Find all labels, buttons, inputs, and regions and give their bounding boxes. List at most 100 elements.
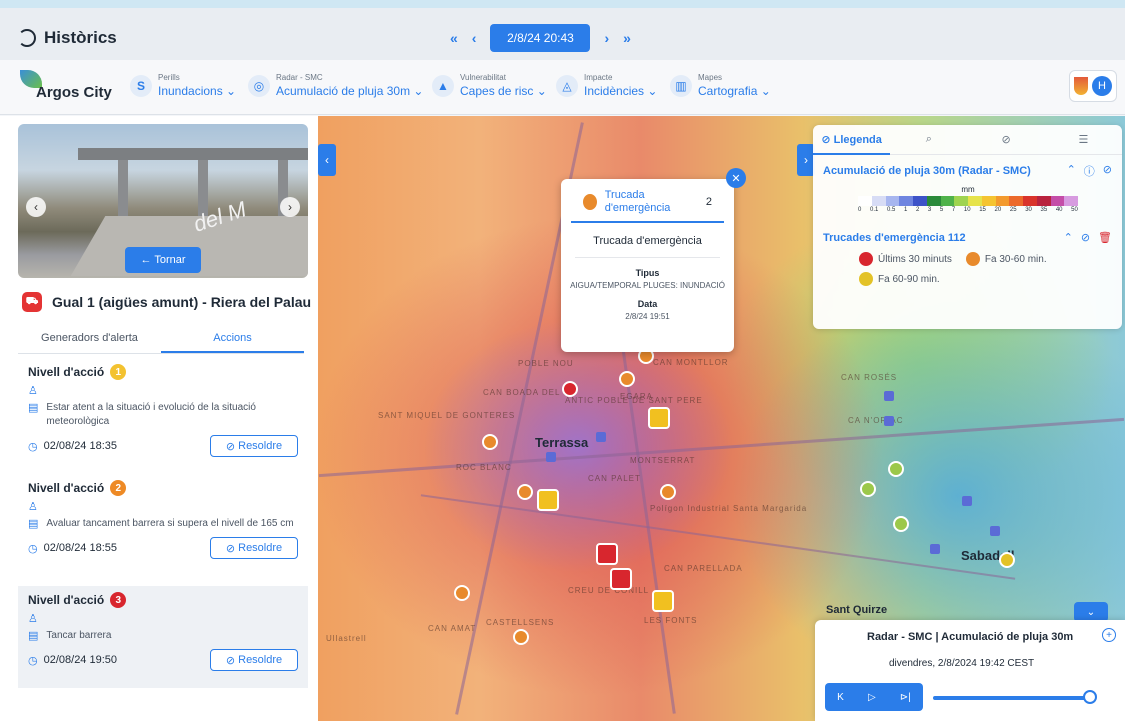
tab-legend[interactable]: ⊘ Llegenda — [813, 125, 891, 155]
perills-selector[interactable]: S Perills Inundacions ⌄ — [130, 73, 236, 99]
tab-generadors[interactable]: Generadors d'alerta — [18, 324, 161, 353]
skip-back-icon[interactable]: K — [837, 692, 844, 703]
legend-section-title: Trucades d'emergència 112 — [823, 231, 966, 244]
city-label: Sant Quirze — [826, 604, 888, 616]
action-text: Avaluar tancament barrera si supera el n… — [46, 518, 294, 529]
current-datetime[interactable]: 2/8/24 20:43 — [490, 24, 591, 52]
info-icon[interactable]: ⓘ — [1084, 163, 1095, 179]
search-icon[interactable]: ⌕ — [890, 133, 967, 146]
hide-icon[interactable]: ⊘ — [1081, 231, 1090, 244]
next-button[interactable]: › — [604, 30, 609, 46]
pillar-shape — [118, 160, 128, 216]
action-date-text: 02/08/24 18:55 — [43, 542, 118, 554]
scale-tick: 1 — [903, 207, 908, 213]
collapse-left-button[interactable]: ‹ — [318, 144, 336, 176]
emergency-call-pin[interactable] — [619, 371, 635, 387]
scale-ticks: 0 0.1 0.5 1 2 3 5 7 10 15 20 25 30 35 40 50 — [858, 207, 1078, 213]
phone-icon — [583, 194, 597, 210]
popup-title[interactable]: Trucada d'emergència — [605, 189, 698, 215]
legend-item: Últims 30 minuts — [859, 252, 952, 266]
hide-icon[interactable]: ⊘ — [1103, 163, 1112, 179]
flood-gauge-icon[interactable] — [652, 590, 674, 612]
scale-tick: 5 — [939, 207, 944, 213]
legend-section-calls: Trucades d'emergència 112 ⌃ ⊘ 🗑 — [813, 223, 1122, 245]
player-controls: K ▷ ⊳| — [825, 683, 923, 711]
prev-button[interactable]: ‹ — [472, 30, 477, 46]
vulnerabilitat-selector[interactable]: ▲ Vulnerabilitat Capes de risc ⌄ — [432, 73, 547, 99]
scale-tick: 35 — [1040, 207, 1048, 213]
map-area-label: ROC BLANC — [456, 463, 512, 472]
close-icon[interactable]: ✕ — [726, 168, 746, 188]
emergency-call-pin[interactable] — [888, 461, 904, 477]
map-area-label: CAN PALET — [588, 474, 641, 483]
map-area-label: CA N'ORIAC — [848, 416, 904, 425]
slider-handle[interactable] — [1083, 690, 1097, 704]
emergency-call-pin[interactable] — [999, 552, 1015, 568]
toolbar: Argos City S Perills Inundacions ⌄ ◎ Rada… — [0, 60, 1125, 115]
date-value: 2/8/24 19:51 — [625, 312, 670, 321]
zoom-in-icon[interactable]: + — [1102, 628, 1116, 642]
scale-tick: 30 — [1025, 207, 1032, 213]
impacte-value: Incidències ⌄ — [584, 84, 658, 98]
impacte-selector[interactable]: ◬ Impacte Incidències ⌄ — [556, 73, 657, 99]
resolve-button[interactable]: ⊘ Resoldre — [210, 649, 298, 671]
chevron-up-icon[interactable]: ⌃ — [1064, 231, 1073, 244]
historics-title: Històrics — [18, 28, 117, 48]
clock-icon: ◷ — [28, 440, 38, 453]
first-button[interactable]: « — [450, 30, 458, 46]
flood-gauge-icon[interactable] — [537, 489, 559, 511]
action-description: ▤ Tancar barrera — [28, 629, 298, 643]
play-icon[interactable]: ▷ — [868, 692, 876, 703]
timeline-slider[interactable] — [933, 696, 1093, 700]
emergency-call-pin[interactable] — [517, 484, 533, 500]
resolve-button[interactable]: ⊘ Resoldre — [210, 435, 298, 457]
chevron-down-icon[interactable]: ⌄ — [1074, 602, 1108, 622]
building-icon — [990, 526, 1000, 536]
emergency-call-pin[interactable] — [660, 484, 676, 500]
skip-forward-icon[interactable]: ⊳| — [900, 692, 911, 703]
emergency-call-pin[interactable] — [454, 585, 470, 601]
scale-tick: 20 — [994, 207, 1002, 213]
chevron-up-icon[interactable]: ⌃ — [1067, 163, 1076, 179]
delete-icon[interactable]: 🗑 — [1098, 231, 1112, 244]
flood-gauge-icon[interactable] — [648, 407, 670, 429]
emergency-call-pin[interactable] — [893, 516, 909, 532]
time-navigation: « ‹ 2/8/24 20:43 › » — [450, 24, 631, 52]
flood-gauge-icon[interactable] — [596, 543, 618, 565]
scale-swatch — [1036, 196, 1051, 206]
photo-prev-icon[interactable]: ‹ — [26, 197, 46, 217]
avatar[interactable]: H — [1092, 76, 1112, 96]
action-level: Nivell d'acció 3 — [28, 592, 298, 608]
map-area-label: CAN PARELLADA — [664, 564, 743, 573]
radar-selector[interactable]: ◎ Radar - SMC Acumulació de pluja 30m ⌄ — [248, 73, 423, 99]
level-badge: 1 — [110, 364, 127, 380]
mapes-label: Mapes — [698, 73, 723, 82]
scale-swatch — [926, 196, 941, 206]
settings-icon[interactable]: ☰ — [1045, 133, 1122, 146]
map-area-label: LES FONTS — [644, 616, 698, 625]
user-area[interactable]: H — [1069, 70, 1117, 102]
legend-section-title: Acumulació de pluja 30m (Radar - SMC) — [823, 165, 1031, 177]
back-button[interactable]: ← Tornar — [125, 247, 201, 273]
flood-gauge-icon[interactable] — [610, 568, 632, 590]
resolve-button[interactable]: ⊘ Resoldre — [210, 537, 298, 559]
map-view[interactable]: POBLE NOU CAN BOADA DEL PI ANTIC POBLE D… — [318, 116, 1125, 721]
compass-icon[interactable]: ⊘ — [968, 133, 1045, 146]
emergency-call-pin[interactable] — [562, 381, 578, 397]
scale-swatch — [1050, 196, 1065, 206]
scale-tick: 50 — [1071, 207, 1078, 213]
emergency-call-pin[interactable] — [860, 481, 876, 497]
legend-panel: ⊘ Llegenda ⌕ ⊘ ☰ Acumulació de pluja 30m… — [813, 125, 1122, 329]
emergency-call-pin[interactable] — [513, 629, 529, 645]
action-level-label: Nivell d'acció — [28, 593, 105, 607]
scale-swatch — [1064, 196, 1078, 206]
crest-icon — [1074, 77, 1088, 95]
emergency-call-pin[interactable] — [482, 434, 498, 450]
radar-title: Radar - SMC | Acumulació de pluja 30m — [867, 631, 1074, 643]
map-area-label: CAN ROSÉS — [841, 373, 898, 382]
mapes-selector[interactable]: ▥ Mapes Cartografia ⌄ — [670, 73, 771, 99]
tab-accions[interactable]: Accions — [161, 324, 304, 353]
last-button[interactable]: » — [623, 30, 631, 46]
photo-next-icon[interactable]: › — [280, 197, 300, 217]
scale-swatch — [981, 196, 996, 206]
